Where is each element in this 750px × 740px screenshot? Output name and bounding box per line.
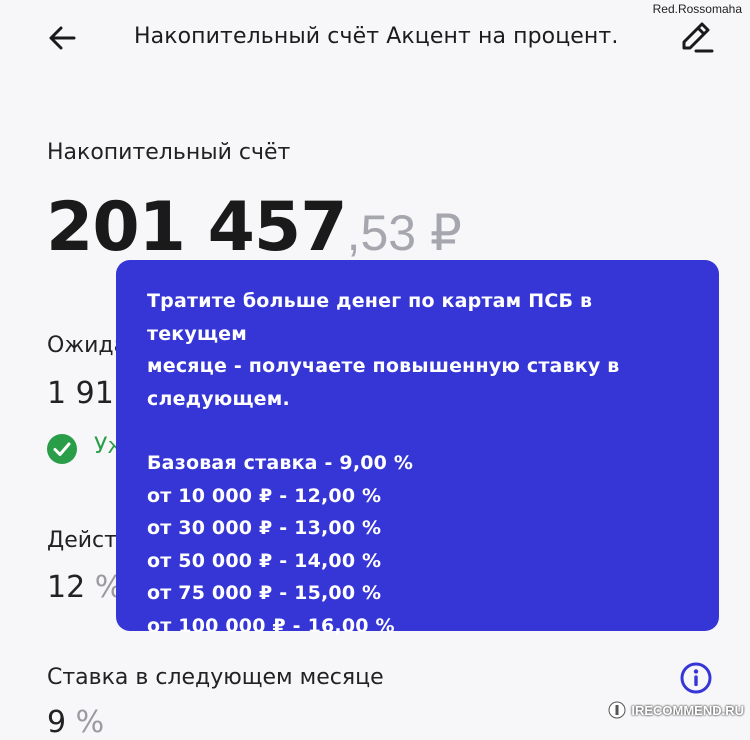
- tooltip-tier: от 100 000 ₽ - 16,00 %: [147, 614, 395, 637]
- rate-info-tooltip: Тратите больше денег по картам ПСБ в тек…: [116, 260, 719, 637]
- tooltip-intro-line: месяце - получаете повышенную ставку в: [147, 355, 620, 377]
- author-watermark: Red.Rossomaha: [652, 2, 742, 16]
- tooltip-tier: от 10 000 ₽ - 12,00 %: [147, 484, 382, 507]
- current-rate-number: 12: [47, 570, 86, 605]
- next-rate-unit: %: [75, 705, 105, 740]
- tooltip-spacer: [147, 415, 689, 447]
- pencil-icon[interactable]: [678, 18, 716, 56]
- next-month-rate-value: 9 %: [47, 705, 104, 740]
- irecommend-logo-icon: [608, 701, 626, 719]
- expected-income-value: 1 91: [47, 376, 114, 411]
- arrow-left-icon[interactable]: [46, 22, 78, 54]
- balance-integer: 201 457: [46, 188, 348, 267]
- current-rate-value: 12 %: [47, 570, 123, 605]
- tooltip-intro-line: следующем.: [147, 387, 290, 410]
- page-title: Накопительный счёт Акцент на процент.: [134, 24, 619, 49]
- top-bar: Накопительный счёт Акцент на процент.: [0, 0, 750, 80]
- site-watermark-text: IRECOMMEND.RU: [631, 702, 744, 718]
- tooltip-tier: от 50 000 ₽ - 14,00 %: [147, 549, 382, 572]
- next-month-rate-label: Ставка в следующем месяце: [47, 665, 384, 690]
- check-circle-icon: [47, 434, 77, 464]
- tooltip-tier: от 75 000 ₽ - 15,00 %: [147, 582, 382, 604]
- account-type-label: Накопительный счёт: [47, 140, 291, 165]
- tooltip-intro-line: Тратите больше денег по картам ПСБ в тек…: [147, 290, 593, 345]
- tooltip-tier-base: Базовая ставка - 9,00 %: [147, 452, 414, 474]
- next-rate-number: 9: [47, 705, 67, 740]
- current-rate-label: Дейст: [47, 528, 117, 553]
- balance-fraction: ,53 ₽: [346, 205, 462, 261]
- site-watermark: IRECOMMEND.RU: [608, 699, 744, 721]
- tooltip-tier: от 30 000 ₽ - 13,00 %: [147, 517, 382, 539]
- info-icon[interactable]: [680, 662, 712, 694]
- account-balance: 201 457,53 ₽: [46, 188, 462, 267]
